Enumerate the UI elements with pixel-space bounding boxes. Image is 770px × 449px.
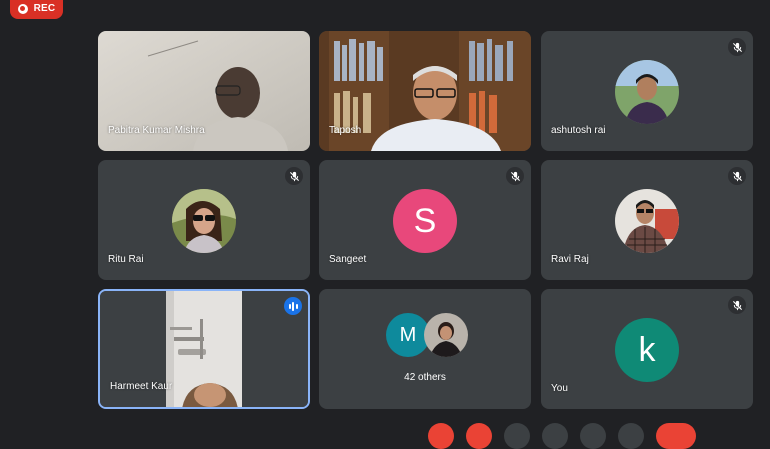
- others-photo-avatar: [424, 313, 468, 357]
- participant-name: Pabitra Kumar Mishra: [108, 125, 205, 136]
- others-avatars: M: [384, 313, 468, 357]
- participant-avatar: [172, 189, 236, 253]
- record-icon: [17, 3, 28, 14]
- mic-toggle-button[interactable]: [428, 423, 454, 449]
- speaking-indicator-icon: [284, 297, 302, 315]
- recording-label: REC: [33, 3, 56, 14]
- participant-tile-sangeet[interactable]: S Sangeet: [319, 160, 531, 280]
- others-tile[interactable]: M 42 others: [319, 289, 531, 409]
- mic-off-icon: [728, 296, 746, 314]
- participant-name: Ritu Rai: [108, 254, 144, 265]
- participant-name: Taposh: [329, 125, 362, 136]
- participant-avatar: [615, 189, 679, 253]
- participant-tile-harmeet[interactable]: Harmeet Kaur: [98, 289, 310, 409]
- participant-tile-ashutosh[interactable]: ashutosh rai: [541, 31, 753, 151]
- participant-name: You: [551, 383, 568, 394]
- others-count-label: 42 others: [404, 372, 446, 383]
- more-options-button[interactable]: [618, 423, 644, 449]
- participant-initial-avatar: k: [615, 318, 679, 382]
- mic-off-icon: [285, 167, 303, 185]
- recording-badge: REC: [10, 0, 63, 19]
- leave-call-button[interactable]: [656, 423, 696, 449]
- participant-tile-taposh[interactable]: Taposh: [319, 31, 531, 151]
- participant-name: Sangeet: [329, 254, 367, 265]
- raise-hand-button[interactable]: [542, 423, 568, 449]
- camera-toggle-button[interactable]: [466, 423, 492, 449]
- mic-off-icon: [728, 167, 746, 185]
- present-button[interactable]: [580, 423, 606, 449]
- participant-tile-self[interactable]: k You: [541, 289, 753, 409]
- mic-off-icon: [506, 167, 524, 185]
- captions-button[interactable]: [504, 423, 530, 449]
- participant-tile-pabitra[interactable]: Pabitra Kumar Mishra: [98, 31, 310, 151]
- participant-tile-ravi[interactable]: Ravi Raj: [541, 160, 753, 280]
- participant-name: ashutosh rai: [551, 125, 606, 136]
- participant-name: Ravi Raj: [551, 254, 589, 265]
- participant-avatar: [615, 60, 679, 124]
- participant-initial-avatar: S: [393, 189, 457, 253]
- participant-tile-ritu[interactable]: Ritu Rai: [98, 160, 310, 280]
- participant-name: Harmeet Kaur: [110, 381, 173, 392]
- mic-off-icon: [728, 38, 746, 56]
